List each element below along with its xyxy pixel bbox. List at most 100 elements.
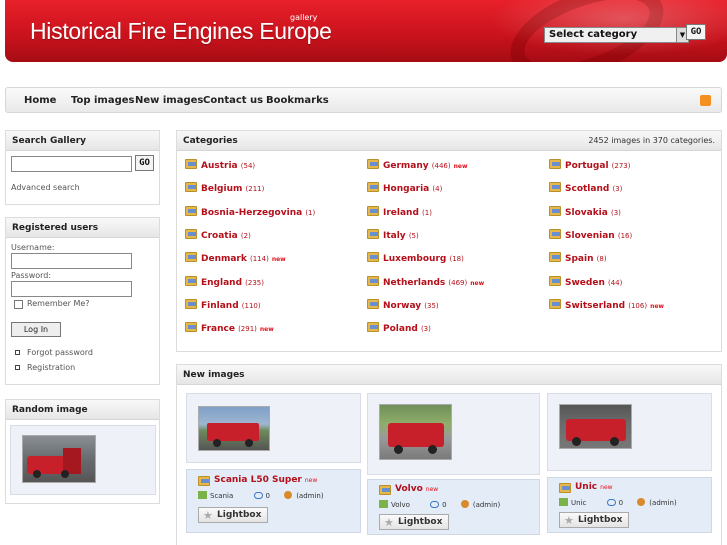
image-info: Volvo new Volvo 0 (admin) ★ Lightbox — [367, 479, 540, 535]
category-link[interactable]: Croatia (2) — [185, 228, 251, 241]
comment-count: 0 — [265, 492, 270, 500]
image-title[interactable]: Volvo new — [395, 484, 438, 494]
category-link[interactable]: Slovenian (16) — [549, 228, 632, 241]
nav-bookmarks[interactable]: Bookmarks — [266, 95, 329, 106]
category-link[interactable]: England (235) — [185, 275, 264, 288]
registration-link[interactable]: Registration — [27, 363, 75, 372]
site-header: Historical Fire Engines Europe gallery S… — [0, 0, 727, 66]
new-images-panel: New images Scania L50 Super new Scania 0 … — [176, 364, 722, 545]
star-icon: ★ — [203, 509, 213, 522]
image-thumbnail[interactable] — [379, 404, 452, 460]
folder-icon — [367, 322, 379, 333]
image-user: (admin) — [472, 501, 501, 509]
folder-icon — [559, 483, 571, 493]
header-banner: Historical Fire Engines Europe gallery S… — [5, 0, 727, 62]
categories-title: Categories — [183, 136, 238, 146]
image-meta: Scania 0 (admin) — [198, 491, 324, 500]
username-field[interactable] — [11, 253, 132, 269]
login-button[interactable]: Log In — [11, 322, 61, 337]
folder-icon — [185, 228, 197, 239]
category-link[interactable]: Ireland (1) — [367, 205, 432, 218]
category-link[interactable]: Scotland (3) — [549, 182, 622, 194]
user-icon — [284, 491, 293, 499]
comment-count: 0 — [442, 501, 447, 509]
folder-icon — [549, 298, 561, 309]
folder-icon — [549, 205, 561, 216]
search-panel: Search Gallery GO Advanced search — [5, 130, 160, 205]
remember-me-checkbox[interactable] — [14, 300, 23, 309]
image-title[interactable]: Scania L50 Super new — [214, 475, 317, 485]
image-title[interactable]: Unic new — [575, 482, 613, 492]
category-link[interactable]: France (291) new — [185, 322, 274, 334]
category-link[interactable]: Belgium (211) — [185, 182, 264, 194]
lightbox-button[interactable]: ★ Lightbox — [559, 512, 629, 528]
image-info: Scania L50 Super new Scania 0 (admin) ★ Li… — [186, 469, 361, 533]
nav-top-images[interactable]: Top images — [71, 95, 135, 106]
category-link[interactable]: Germany (446) new — [367, 159, 468, 171]
folder-icon — [367, 298, 379, 309]
image-meta: Unic 0 (admin) — [559, 498, 677, 507]
random-image-panel: Random image — [5, 399, 160, 504]
lightbox-button[interactable]: ★ Lightbox — [198, 507, 268, 523]
lightbox-button[interactable]: ★ Lightbox — [379, 514, 449, 530]
category-icon — [198, 491, 207, 499]
search-go-button[interactable]: GO — [135, 155, 154, 171]
site-title[interactable]: Historical Fire Engines Europe — [30, 18, 332, 45]
password-field[interactable] — [11, 281, 132, 297]
new-images-heading: New images — [177, 365, 721, 385]
category-link[interactable]: Austria (54) — [185, 159, 255, 171]
nav-new-images[interactable]: New images — [135, 95, 203, 106]
category-link[interactable]: Bosnia-Herzegovina (1) — [185, 205, 315, 218]
category-link[interactable]: Slovakia (3) — [549, 205, 621, 218]
folder-icon — [185, 182, 197, 193]
nav-contact-us[interactable]: Contact us — [203, 95, 263, 106]
category-select[interactable]: Select category ▼ — [544, 27, 689, 43]
category-link[interactable]: Norway (35) — [367, 298, 439, 311]
login-heading: Registered users — [6, 218, 159, 238]
image-category[interactable]: Scania — [210, 492, 233, 500]
star-icon: ★ — [384, 516, 394, 529]
folder-icon — [549, 159, 561, 169]
category-link[interactable]: Sweden (44) — [549, 275, 622, 288]
category-link[interactable]: Switserland (106) new — [549, 298, 664, 311]
image-thumbnail[interactable] — [198, 406, 270, 451]
category-link[interactable]: Spain (8) — [549, 252, 607, 264]
folder-icon — [367, 228, 379, 239]
category-link[interactable]: Hongaria (4) — [367, 182, 442, 194]
nav-home[interactable]: Home — [24, 95, 56, 106]
category-link[interactable]: Finland (110) — [185, 298, 261, 311]
image-card — [547, 393, 712, 471]
category-select-value: Select category — [549, 29, 638, 40]
image-info: Unic new Unic 0 (admin) ★ Lightbox — [547, 477, 712, 533]
image-category[interactable]: Unic — [571, 499, 586, 507]
comment-icon — [606, 499, 616, 507]
category-go-button[interactable]: GO — [686, 24, 706, 40]
comment-icon — [253, 492, 263, 500]
image-user: (admin) — [296, 492, 324, 500]
random-image-thumbnail[interactable] — [22, 435, 96, 483]
main-nav: Home Top images New images Contact us Bo… — [5, 87, 722, 113]
categories-panel: Categories 2452 images in 370 categories… — [176, 130, 722, 352]
image-card — [367, 393, 540, 475]
category-link[interactable]: Poland (3) — [367, 322, 431, 334]
image-meta: Volvo 0 (admin) — [379, 500, 500, 509]
folder-icon — [367, 275, 379, 286]
image-thumbnail[interactable] — [559, 404, 632, 449]
category-link[interactable]: Portugal (273) — [549, 159, 631, 171]
category-link[interactable]: Luxembourg (18) — [367, 252, 464, 264]
forgot-password-link[interactable]: Forgot password — [27, 348, 93, 357]
comment-count: 0 — [618, 499, 624, 507]
folder-icon — [367, 205, 379, 216]
rss-icon[interactable] — [700, 95, 711, 106]
folder-icon — [549, 182, 561, 193]
advanced-search-link[interactable]: Advanced search — [11, 183, 80, 192]
image-category[interactable]: Volvo — [391, 501, 410, 509]
categories-heading: Categories 2452 images in 370 categories… — [177, 131, 721, 151]
folder-icon — [185, 298, 197, 309]
search-input[interactable] — [11, 156, 132, 172]
category-link[interactable]: Denmark (114) new — [185, 252, 286, 264]
category-link[interactable]: Netherlands (469) new — [367, 275, 484, 288]
category-icon — [379, 500, 388, 508]
category-link[interactable]: Italy (5) — [367, 228, 419, 241]
username-label: Username: — [11, 243, 55, 252]
